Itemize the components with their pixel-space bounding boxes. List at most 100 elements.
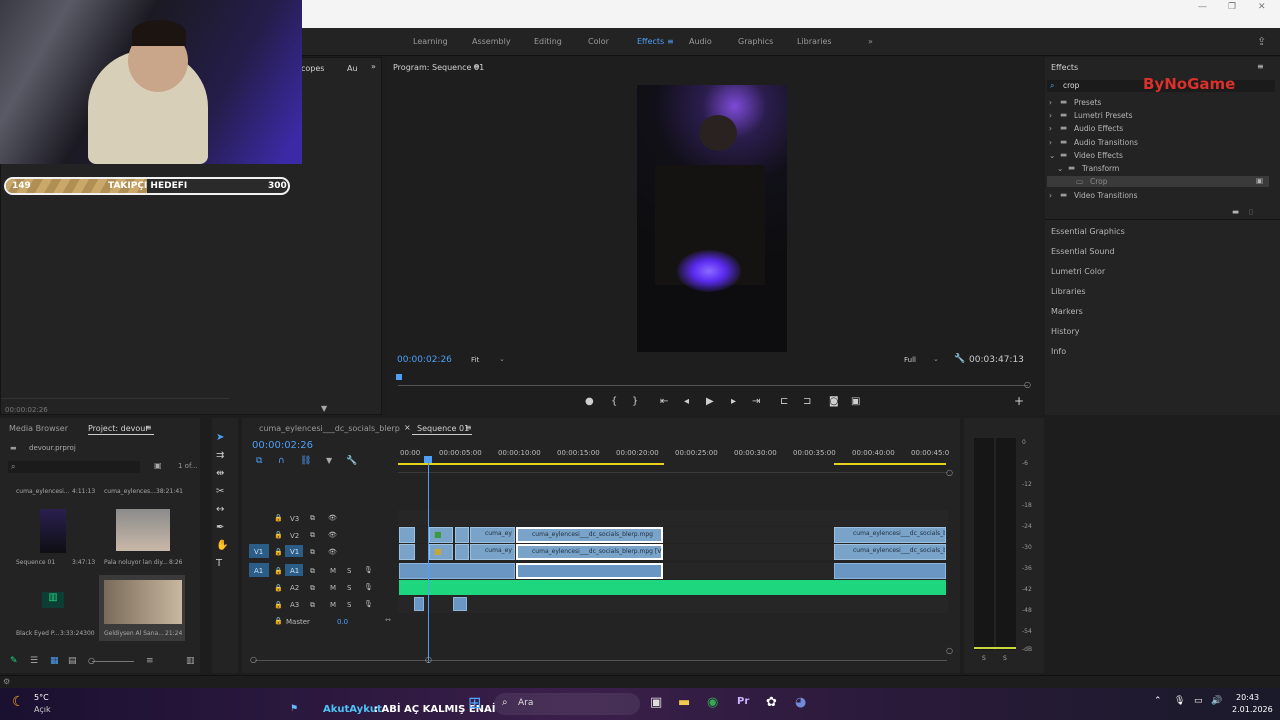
quality-chevron-icon[interactable]: ⌄ bbox=[933, 355, 939, 363]
video-clip[interactable] bbox=[455, 544, 469, 560]
tree-transform[interactable]: Transform bbox=[1082, 164, 1119, 173]
lock-icon[interactable]: 🔒 bbox=[274, 567, 283, 575]
video-clip[interactable] bbox=[399, 544, 415, 560]
task-view-icon[interactable]: ▣ bbox=[650, 695, 662, 710]
sort-icon[interactable]: ≡ bbox=[146, 656, 154, 666]
audio-clip-selected[interactable] bbox=[516, 563, 663, 579]
lock-icon[interactable]: 🔒 bbox=[274, 617, 283, 625]
eye-icon[interactable]: 👁 bbox=[328, 531, 337, 539]
snap-icon[interactable]: ∩ bbox=[278, 456, 285, 466]
chevron-right-icon[interactable]: › bbox=[1049, 98, 1052, 107]
audio-clip[interactable] bbox=[453, 597, 467, 611]
video-clip[interactable]: cuma_ey bbox=[470, 544, 515, 560]
mute-button[interactable]: M bbox=[330, 601, 336, 609]
tab-scopes[interactable]: copes bbox=[301, 64, 324, 73]
lift-icon[interactable]: ⊏ bbox=[780, 396, 788, 407]
premiere-pro-icon[interactable]: Pr bbox=[737, 696, 749, 707]
solo-right-button[interactable]: S bbox=[1003, 655, 1007, 662]
new-bin-icon[interactable]: ▣ bbox=[154, 461, 162, 470]
fit-dropdown[interactable]: Fit bbox=[471, 356, 479, 364]
tab-media-browser[interactable]: Media Browser bbox=[9, 424, 68, 433]
program-menu-icon[interactable]: ≡ bbox=[473, 62, 480, 71]
master-volume-value[interactable]: 0.0 bbox=[337, 618, 348, 626]
camera-icon[interactable]: ◙ bbox=[829, 396, 839, 407]
go-to-out-icon[interactable]: ⇥ bbox=[752, 396, 760, 407]
windows-start-icon[interactable]: ⊞ bbox=[468, 693, 481, 712]
scroll-handle-icon[interactable]: ○ bbox=[250, 655, 257, 664]
audio-clip[interactable] bbox=[834, 563, 946, 579]
scroll-handle-icon[interactable]: ○ bbox=[946, 468, 953, 477]
discord-icon[interactable]: ◕ bbox=[795, 695, 806, 710]
solo-button[interactable]: S bbox=[347, 601, 351, 609]
tree-video-effects[interactable]: Video Effects bbox=[1074, 151, 1123, 160]
workspace-color[interactable]: Color bbox=[588, 37, 609, 46]
lock-icon[interactable]: 🔒 bbox=[274, 531, 283, 539]
file-explorer-icon[interactable]: ▬ bbox=[678, 695, 690, 710]
maximize-icon[interactable]: ❐ bbox=[1228, 2, 1236, 12]
timeline-menu-icon[interactable]: ≡ bbox=[465, 423, 472, 432]
icon-view-icon[interactable]: ▦ bbox=[50, 656, 59, 666]
more-workspaces-icon[interactable]: » bbox=[868, 37, 873, 46]
audio-waveform-icon[interactable]: ▥ bbox=[42, 592, 64, 608]
track-select-icon[interactable]: ⇉ bbox=[216, 450, 224, 461]
video-clip[interactable]: cuma_eylencesi___dc_socials_bl bbox=[834, 544, 946, 560]
sync-icon[interactable]: ⧉ bbox=[310, 548, 315, 557]
weather-temp[interactable]: 5°C bbox=[34, 693, 49, 702]
tab-sequence-01[interactable]: Sequence 01 bbox=[417, 424, 469, 433]
tab-audio[interactable]: Au bbox=[347, 64, 358, 73]
solo-button[interactable]: S bbox=[347, 584, 351, 592]
playhead-handle[interactable] bbox=[424, 456, 432, 463]
linked-selection-icon[interactable]: ⛓ bbox=[300, 456, 311, 466]
video-clip[interactable]: cuma_eylencesi___dc_socials_bl bbox=[834, 527, 946, 543]
workspace-audio[interactable]: Audio bbox=[689, 37, 712, 46]
eye-icon[interactable]: 👁 bbox=[328, 514, 337, 522]
quality-dropdown[interactable]: Full bbox=[904, 356, 916, 364]
section-libraries[interactable]: Libraries bbox=[1051, 287, 1086, 296]
track-v2-label[interactable]: V2 bbox=[290, 532, 299, 540]
tree-crop[interactable]: Crop bbox=[1090, 177, 1108, 186]
video-clip[interactable]: ■ bbox=[429, 544, 453, 560]
workspace-menu-icon[interactable]: ≡ bbox=[667, 37, 674, 46]
nest-icon[interactable]: ⧉ bbox=[256, 456, 262, 466]
timeline-playhead[interactable] bbox=[428, 458, 429, 663]
timeline-zoom-scrollbar[interactable] bbox=[255, 660, 947, 661]
audio-clip[interactable] bbox=[399, 563, 515, 579]
share-icon[interactable]: ⇪ bbox=[1257, 35, 1266, 48]
compare-icon[interactable]: ▣ bbox=[851, 396, 860, 407]
weather-icon[interactable]: ☾ bbox=[12, 694, 25, 710]
track-a3-label[interactable]: A3 bbox=[290, 601, 299, 609]
track-v3-label[interactable]: V3 bbox=[290, 515, 299, 523]
video-clip[interactable] bbox=[399, 527, 415, 543]
program-scrubber[interactable] bbox=[398, 385, 1028, 386]
tree-video-transitions[interactable]: Video Transitions bbox=[1074, 191, 1138, 200]
audio-clip[interactable] bbox=[414, 597, 424, 611]
list-view-icon[interactable]: ☰ bbox=[30, 656, 38, 666]
tree-audio-effects[interactable]: Audio Effects bbox=[1074, 124, 1123, 133]
project-search-input[interactable]: ⌕ bbox=[8, 461, 140, 473]
slip-icon[interactable]: ↔ bbox=[216, 504, 224, 515]
section-info[interactable]: Info bbox=[1051, 347, 1066, 356]
sync-icon[interactable]: ⧉ bbox=[310, 584, 315, 593]
scrubber-end-icon[interactable]: ○ bbox=[1024, 380, 1031, 389]
workspace-editing[interactable]: Editing bbox=[534, 37, 562, 46]
lock-icon[interactable]: 🔒 bbox=[274, 514, 283, 522]
mute-button[interactable]: M bbox=[330, 584, 336, 592]
volume-icon[interactable]: 🔊 bbox=[1211, 696, 1222, 706]
lock-icon[interactable]: 🔒 bbox=[274, 548, 283, 556]
more-tabs-icon[interactable]: » bbox=[371, 62, 376, 71]
wrench-icon[interactable]: 🔧 bbox=[954, 354, 965, 364]
clip-thumbnail[interactable] bbox=[104, 580, 182, 624]
microphone-icon[interactable]: 🎙 bbox=[1174, 696, 1185, 706]
chevron-right-icon[interactable]: › bbox=[1049, 111, 1052, 120]
section-markers[interactable]: Markers bbox=[1051, 307, 1083, 316]
section-essential-sound[interactable]: Essential Sound bbox=[1051, 247, 1115, 256]
scroll-handle-icon[interactable]: ○ bbox=[425, 655, 432, 664]
track-a2-label[interactable]: A2 bbox=[290, 584, 299, 592]
program-playhead[interactable] bbox=[396, 374, 402, 380]
type-tool-icon[interactable]: T bbox=[216, 558, 222, 569]
davinci-icon[interactable]: ✿ bbox=[766, 695, 777, 710]
go-to-in-icon[interactable]: ⇤ bbox=[660, 396, 668, 407]
tray-chevron-icon[interactable]: ⌃ bbox=[1154, 696, 1162, 706]
section-lumetri-color[interactable]: Lumetri Color bbox=[1051, 267, 1105, 276]
solo-button[interactable]: S bbox=[347, 567, 351, 575]
